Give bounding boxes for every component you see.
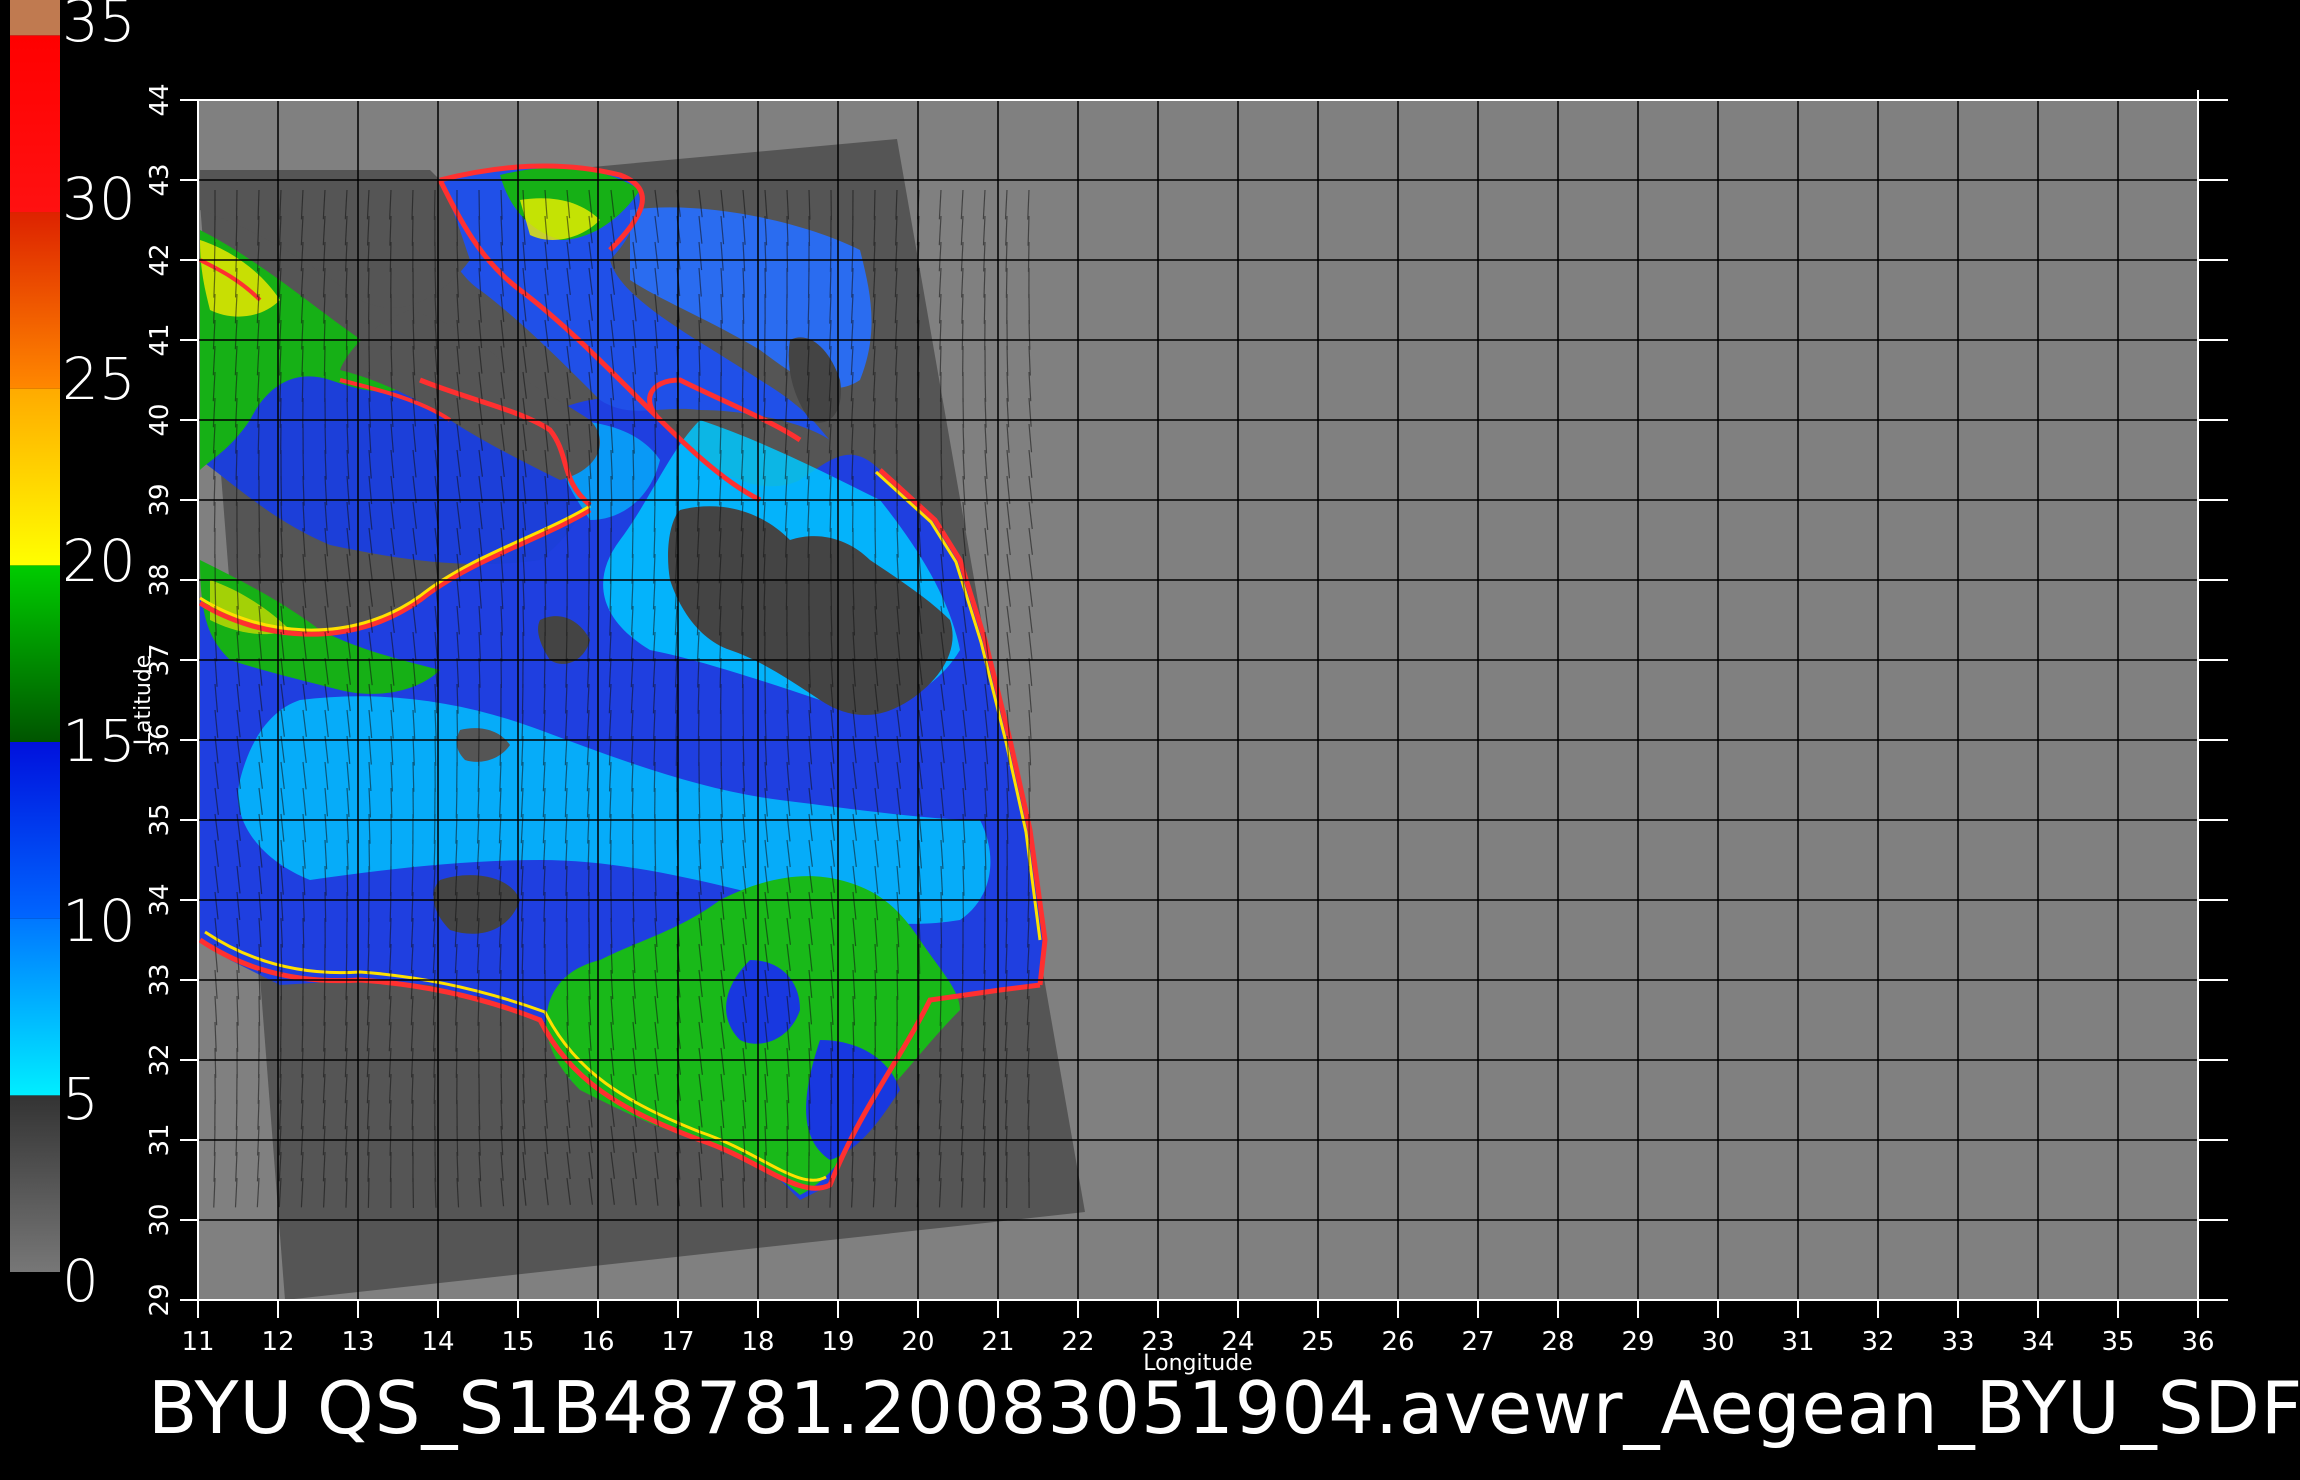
lon-tick-label: 22 [1061,1327,1094,1357]
lon-tick-label: 27 [1461,1327,1494,1357]
lon-tick-label: 29 [1621,1327,1654,1357]
lon-tick-label: 12 [261,1327,294,1357]
lat-tick-label: 32 [145,1043,175,1076]
lon-tick-label: 18 [741,1327,774,1357]
lon-tick-label: 35 [2101,1327,2134,1357]
lon-tick-label: 11 [181,1327,214,1357]
lat-tick-label: 33 [145,963,175,996]
lon-tick-label: 32 [1861,1327,1894,1357]
lon-tick-label: 20 [901,1327,934,1357]
y-axis-title: Latitude [131,655,156,746]
lon-tick-label: 15 [501,1327,534,1357]
lat-tick-label: 44 [145,83,175,116]
lon-tick-label: 17 [661,1327,694,1357]
lat-tick-label: 35 [145,803,175,836]
lat-tick-label: 38 [145,563,175,596]
lon-tick-label: 30 [1701,1327,1734,1357]
lon-tick-label: 21 [981,1327,1014,1357]
lon-tick-label: 28 [1541,1327,1574,1357]
lon-tick-label: 31 [1781,1327,1814,1357]
lat-tick-label: 30 [145,1203,175,1236]
lon-tick-label: 14 [421,1327,454,1357]
lat-tick-label: 39 [145,483,175,516]
lat-tick-label: 40 [145,403,175,436]
lon-tick-label: 16 [581,1327,614,1357]
lat-tick-label: 31 [145,1123,175,1156]
lon-tick-label: 36 [2181,1327,2214,1357]
lat-tick-label: 34 [145,883,175,916]
lon-tick-label: 19 [821,1327,854,1357]
image-caption: BYU QS_S1B48781.20083051904.avewr_Aegean… [148,1366,2300,1450]
lat-tick-label: 29 [145,1283,175,1316]
lon-tick-label: 33 [1941,1327,1974,1357]
lon-tick-label: 26 [1381,1327,1414,1357]
lat-tick-label: 43 [145,163,175,196]
lat-tick-label: 42 [145,243,175,276]
wind-map-plot: 11 12 13 14 15 16 17 18 19 20 21 22 23 24 25 26 27 28 29 30… [131,83,2228,1376]
lon-tick-label: 13 [341,1327,374,1357]
lon-tick-label: 25 [1301,1327,1334,1357]
lon-tick-label: 34 [2021,1327,2054,1357]
lat-tick-label: 41 [145,323,175,356]
